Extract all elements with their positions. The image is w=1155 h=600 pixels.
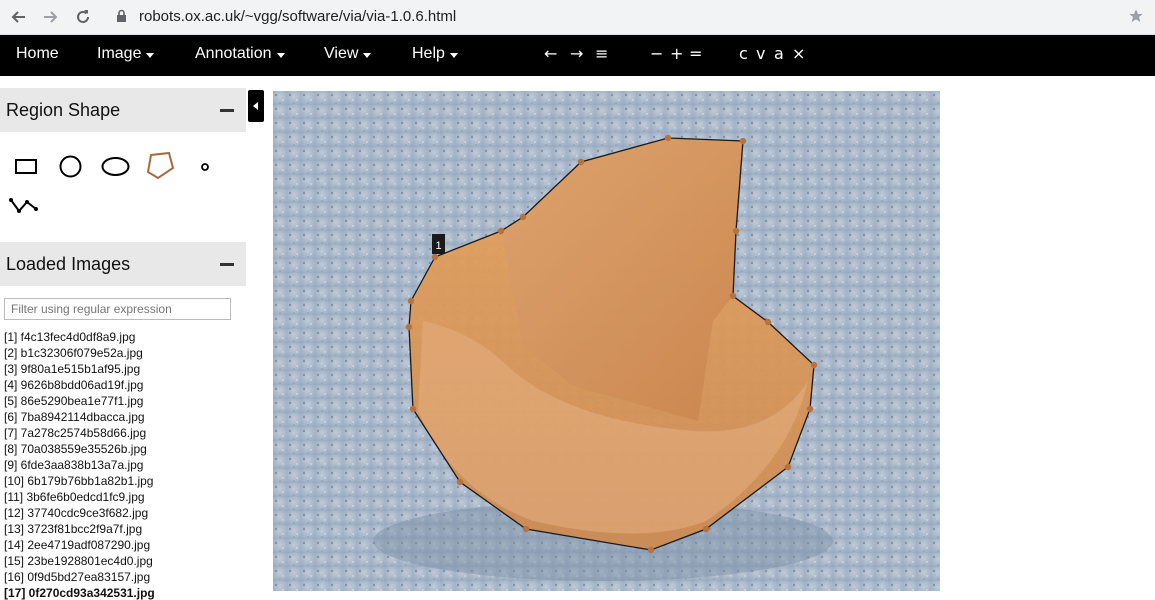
browser-toolbar: robots.ox.ac.uk/~vgg/software/via/via-1.… bbox=[0, 0, 1155, 35]
polygon-shape-icon[interactable] bbox=[143, 150, 177, 182]
filter-input[interactable] bbox=[4, 298, 231, 320]
zoom-in-button[interactable]: + bbox=[670, 44, 683, 63]
menu-view-label: View bbox=[324, 45, 359, 62]
image-list-item[interactable]: [16] 0f9d5bd27ea83157.jpg bbox=[4, 569, 240, 585]
image-list-item[interactable]: [8] 70a038559e35526b.jpg bbox=[4, 441, 240, 457]
image-list-item[interactable]: [2] b1c32306f079e52a.jpg bbox=[4, 345, 240, 361]
image-list-item[interactable]: [15] 23be1928801ec4d0.jpg bbox=[4, 553, 240, 569]
menu-image-label: Image bbox=[97, 45, 142, 62]
ellipse-shape-icon[interactable] bbox=[100, 156, 132, 178]
image-list-item[interactable]: [1] f4c13fec4d0df8a9.jpg bbox=[4, 329, 240, 345]
back-button[interactable] bbox=[6, 6, 30, 28]
collapse-icon[interactable] bbox=[220, 109, 234, 112]
image-list: [1] f4c13fec4d0df8a9.jpg [2] b1c32306f079… bbox=[4, 329, 240, 600]
arrow-right-icon bbox=[44, 11, 58, 23]
zoom-out-button[interactable]: − bbox=[650, 44, 663, 63]
forward-button[interactable] bbox=[39, 6, 63, 28]
loaded-images-title: Loaded Images bbox=[6, 254, 131, 274]
polyline-shape-icon[interactable] bbox=[8, 194, 40, 218]
left-sidebar: Region Shape Loaded Images [1] f4c13fec4… bbox=[0, 76, 246, 600]
collapse-icon[interactable] bbox=[220, 263, 234, 266]
menu-home[interactable]: Home bbox=[16, 45, 59, 63]
image-list-item[interactable]: [4] 9626b8bdd06ad19f.jpg bbox=[4, 377, 240, 393]
region-label: 1 bbox=[435, 240, 441, 252]
caret-down-icon bbox=[449, 52, 458, 58]
next-image-button[interactable]: → bbox=[570, 44, 583, 63]
menu-view[interactable]: View bbox=[324, 45, 372, 63]
menu-annotation[interactable]: Annotation bbox=[195, 45, 285, 63]
point-shape-icon[interactable] bbox=[198, 160, 212, 174]
menu-image[interactable]: Image bbox=[97, 45, 155, 63]
annotation-canvas[interactable]: 1 bbox=[273, 91, 940, 591]
image-list-item[interactable]: [10] 6b179b76bb1a82b1.jpg bbox=[4, 473, 240, 489]
paste-region-button[interactable]: v bbox=[756, 44, 765, 63]
menu-home-label: Home bbox=[16, 45, 59, 62]
caret-down-icon bbox=[276, 52, 285, 58]
star-icon[interactable] bbox=[1128, 8, 1144, 29]
image-list-item[interactable]: [13] 3723f81bcc2f9a7f.jpg bbox=[4, 521, 240, 537]
loaded-images-header[interactable]: Loaded Images bbox=[0, 242, 246, 286]
image-list-item[interactable]: [6] 7ba8942114dbacca.jpg bbox=[4, 409, 240, 425]
image-list-item[interactable]: [3] 9f80a1e515b1af95.jpg bbox=[4, 361, 240, 377]
image-list-item[interactable]: [7] 7a278c2574b58d66.jpg bbox=[4, 425, 240, 441]
image-list-button[interactable]: ≡ bbox=[595, 44, 608, 63]
prev-image-button[interactable]: ← bbox=[544, 44, 557, 63]
arrow-left-icon bbox=[11, 11, 25, 23]
select-all-regions-button[interactable]: a bbox=[774, 44, 784, 63]
region-shape-header[interactable]: Region Shape bbox=[0, 88, 246, 132]
image-list-item[interactable]: [9] 6fde3aa838b13a7a.jpg bbox=[4, 457, 240, 473]
reload-button[interactable] bbox=[71, 6, 95, 28]
image-list-item[interactable]: [11] 3b6fe6b0edcd1fc9.jpg bbox=[4, 489, 240, 505]
caret-down-icon bbox=[146, 52, 155, 58]
circle-shape-icon[interactable] bbox=[58, 154, 84, 180]
image-list-item[interactable]: [5] 86e5290bea1e77f1.jpg bbox=[4, 393, 240, 409]
image-list-item[interactable]: [14] 2ee4719adf087290.jpg bbox=[4, 537, 240, 553]
menu-help-label: Help bbox=[412, 45, 445, 62]
lock-icon bbox=[116, 9, 127, 28]
image-list-item[interactable]: [12] 37740cdc9ce3f682.jpg bbox=[4, 505, 240, 521]
delete-region-button[interactable]: × bbox=[792, 44, 805, 63]
zoom-reset-button[interactable]: = bbox=[689, 44, 702, 63]
url-text[interactable]: robots.ox.ac.uk/~vgg/software/via/via-1.… bbox=[139, 8, 456, 25]
caret-down-icon bbox=[363, 52, 372, 58]
top-menu-bar: Home Image Annotation View Help ← → ≡ − … bbox=[0, 35, 1155, 76]
sidebar-toggle-button[interactable] bbox=[248, 90, 264, 122]
menu-help[interactable]: Help bbox=[412, 45, 458, 63]
copy-region-button[interactable]: c bbox=[739, 44, 748, 63]
caret-left-icon bbox=[253, 102, 258, 110]
reload-icon bbox=[77, 10, 89, 23]
menu-annotation-label: Annotation bbox=[195, 45, 272, 62]
rectangle-shape-icon[interactable] bbox=[14, 157, 40, 177]
image-list-item[interactable]: [17] 0f270cd93a342531.jpg bbox=[4, 585, 240, 600]
region-shape-title: Region Shape bbox=[6, 100, 121, 120]
